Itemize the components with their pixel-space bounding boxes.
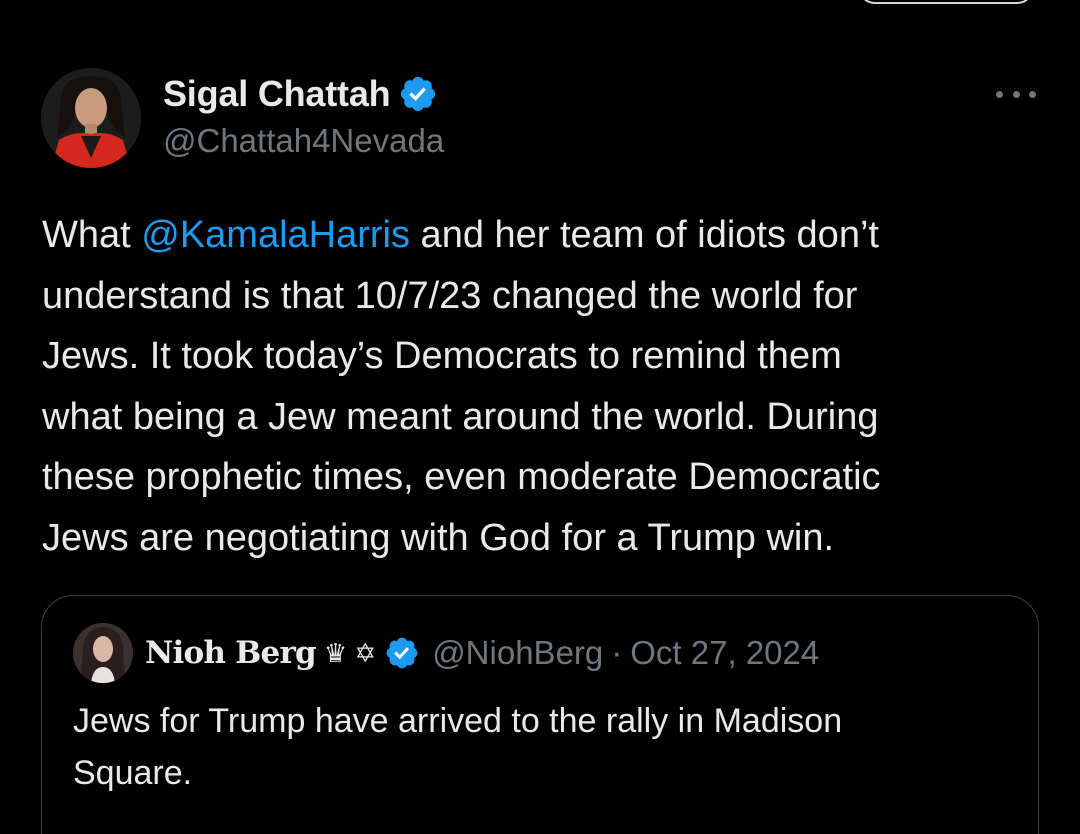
quoted-tweet-text-line: Jews for Trump have arrived to the rally… [73,702,843,740]
quoted-tweet-text-line: Square. [73,754,193,792]
verified-badge-icon[interactable] [384,635,420,671]
tweet-text-line: What @KamalaHarris and her team of idiot… [42,205,1042,266]
quoted-tweet-text: Jews for Trump have arrived to the rally… [73,695,1013,799]
tweet-text-line: what being a Jew meant around the world.… [42,395,879,438]
tweet-text-line: Jews are negotiating with God for a Trum… [42,516,835,559]
quoted-tweet-date[interactable]: Oct 27, 2024 [630,634,819,672]
tweet-text: What @KamalaHarris and her team of idiot… [42,205,1042,568]
quoted-author-name[interactable]: Nioh Berg [145,635,317,671]
mention-link[interactable]: @KamalaHarris [141,214,410,256]
more-horizontal-icon-dot [1029,90,1036,98]
tweet-text-line: understand is that 10/7/23 changed the w… [42,274,858,317]
author-handle[interactable]: @Chattah4Nevada [163,122,444,160]
more-options-button[interactable] [992,82,1040,106]
tweet-text-line: Jews. It took today’s Democrats to remin… [42,335,842,377]
author-avatar[interactable] [41,68,141,168]
more-horizontal-icon-dot [996,90,1003,98]
author-avatar-image [41,68,141,168]
author-name[interactable]: Sigal Chattah [163,73,391,115]
quoted-author-avatar[interactable] [73,623,133,683]
tweet-text-line: these prophetic times, even moderate Dem… [42,456,881,498]
author-name-row: Sigal Chattah [163,70,438,118]
verified-badge-icon[interactable] [398,74,438,114]
follow-button-partial[interactable] [858,0,1034,4]
quoted-author-handle[interactable]: @NiohBerg [432,634,603,672]
tweet-text-segment: What [42,214,142,256]
crown-star-emoji: ♛ ✡ [323,637,377,668]
quoted-author-avatar-image [73,623,133,683]
separator-dot: · [611,634,623,671]
tweet-text-segment: and her team of idiots don’t [410,214,879,256]
more-horizontal-icon-dot [1012,90,1020,98]
quoted-tweet-header: Nioh Berg ♛ ✡ @NiohBerg · Oct 27, 2024 [145,630,819,676]
